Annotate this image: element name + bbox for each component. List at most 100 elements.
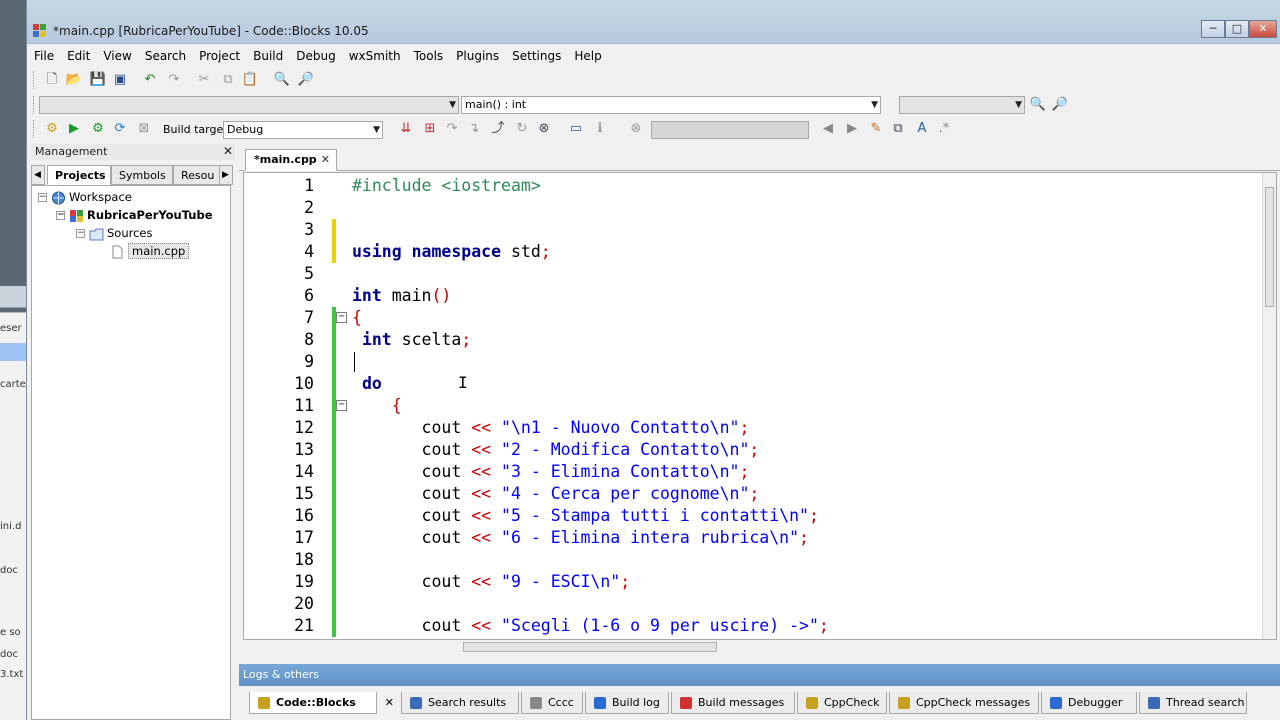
copy-icon[interactable]: ⧉ (219, 71, 237, 89)
toolbar-grip[interactable] (33, 120, 36, 138)
search-icon[interactable]: 🔍 (1029, 96, 1047, 114)
code-line[interactable]: 3 (244, 219, 1264, 241)
code-line[interactable]: 11 − { (244, 395, 1264, 417)
next-instruction-icon[interactable]: ↻ (513, 120, 531, 138)
code-line[interactable]: 16 cout << "5 - Stampa tutti i contatti\… (244, 505, 1264, 527)
toolbar-grip[interactable] (33, 96, 36, 114)
close-icon[interactable]: ✕ (223, 144, 233, 159)
code-line[interactable]: 9 (244, 351, 1264, 373)
log-tab-cppcheck-messages[interactable]: CppCheck messages (889, 692, 1039, 714)
step-into-icon[interactable]: ↴ (465, 120, 483, 138)
code-line[interactable]: 7 −{ (244, 307, 1264, 329)
build-target-select[interactable]: Debug ▼ (223, 121, 383, 139)
clear-search-icon[interactable]: ⊗ (627, 120, 645, 138)
fold-toggle-icon[interactable]: − (336, 312, 347, 323)
tab-main-cpp[interactable]: *main.cpp ✕ (245, 149, 337, 171)
highlight-icon[interactable]: ✎ (867, 120, 885, 138)
regex-icon[interactable]: .* (935, 120, 953, 138)
code-line[interactable]: 15 cout << "4 - Cerca per cognome\n"; (244, 483, 1264, 505)
new-file-icon[interactable]: 🗋 (43, 71, 61, 89)
menu-tools[interactable]: Tools (407, 47, 450, 63)
menu-wxsmith[interactable]: wxSmith (342, 47, 407, 63)
build-and-run-icon[interactable]: ⚙ (89, 120, 107, 138)
code-editor[interactable]: I 1 #include <iostream> 2 3 4 using namespace… (243, 172, 1277, 640)
log-tab-cccc[interactable]: Cccc (521, 692, 583, 714)
build-gear-icon[interactable]: ⚙ (43, 120, 61, 138)
menu-debug[interactable]: Debug (289, 47, 341, 63)
rebuild-icon[interactable]: ⟳ (111, 120, 129, 138)
next-line-icon[interactable]: ↷ (443, 120, 461, 138)
menu-build[interactable]: Build (246, 47, 289, 63)
close-tab-icon[interactable]: ✕ (321, 150, 330, 170)
match-case-icon[interactable]: A (913, 120, 931, 138)
log-tab-search-results[interactable]: Search results (401, 692, 519, 714)
run-to-cursor-icon[interactable]: ⊞ (421, 120, 439, 138)
toolbar-grip[interactable] (33, 71, 36, 89)
log-tab-code-blocks[interactable]: Code::Blocks ✕ (249, 692, 394, 714)
fold-toggle-icon[interactable]: − (336, 400, 347, 411)
incremental-search-input[interactable] (651, 121, 809, 139)
step-out-icon[interactable]: ⤴ (489, 120, 507, 138)
code-line[interactable]: 13 cout << "2 - Modifica Contatto\n"; (244, 439, 1264, 461)
tab-resources[interactable]: Resou (173, 165, 221, 185)
editor-horizontal-scrollbar[interactable] (243, 640, 1277, 654)
maximize-button[interactable]: □ (1225, 20, 1249, 38)
run-icon[interactable]: ▶ (65, 120, 83, 138)
menu-project[interactable]: Project (192, 47, 246, 63)
debug-windows-icon[interactable]: ▭ (567, 120, 585, 138)
log-tab-thread-search[interactable]: Thread search (1139, 692, 1247, 714)
code-line[interactable]: 1 #include <iostream> (244, 175, 1264, 197)
tab-symbols[interactable]: Symbols (111, 165, 173, 185)
menu-plugins[interactable]: Plugins (449, 47, 505, 63)
scrollbar-thumb[interactable] (463, 642, 717, 652)
code-line[interactable]: 19 cout << "9 - ESCI\n"; (244, 571, 1264, 593)
code-line[interactable]: 21 cout << "Scegli (1-6 o 9 per uscire) … (244, 615, 1264, 637)
debug-run-icon[interactable]: ⇊ (397, 120, 415, 138)
selected-text-icon[interactable]: ⧉ (889, 120, 907, 138)
menu-view[interactable]: View (96, 47, 137, 63)
paste-icon[interactable]: 📋 (241, 71, 259, 89)
stop-debugger-icon[interactable]: ⊗ (535, 120, 553, 138)
minimize-button[interactable]: ─ (1201, 20, 1225, 38)
replace-icon[interactable]: 🔎 (297, 71, 315, 89)
save-all-icon[interactable]: ▣ (111, 71, 129, 89)
code-line[interactable]: 20 (244, 593, 1264, 615)
log-tab-cppcheck[interactable]: CppCheck (797, 692, 887, 714)
menu-help[interactable]: Help (567, 47, 607, 63)
tree-workspace[interactable]: − Workspace (38, 188, 132, 206)
menu-search[interactable]: Search (138, 47, 192, 63)
title-bar[interactable]: *main.cpp [RubricaPerYouTube] - Code::Bl… (27, 0, 1280, 44)
save-icon[interactable]: 💾 (89, 71, 107, 89)
code-line[interactable]: 12 cout << "\n1 - Nuovo Contatto\n"; (244, 417, 1264, 439)
find-icon[interactable]: 🔍 (273, 71, 291, 89)
log-tab-debugger[interactable]: Debugger (1041, 692, 1137, 714)
debug-info-icon[interactable]: ℹ (591, 120, 609, 138)
search-combo[interactable]: ▼ (899, 96, 1025, 114)
tab-projects[interactable]: Projects (47, 165, 111, 185)
arrow-right-icon[interactable]: ▶ (843, 120, 861, 138)
code-line[interactable]: 6 int main() (244, 285, 1264, 307)
scope-select[interactable]: ▼ (39, 96, 459, 114)
collapse-icon[interactable]: − (56, 211, 65, 220)
menu-edit[interactable]: Edit (60, 47, 96, 63)
redo-icon[interactable]: ↷ (165, 71, 183, 89)
code-line[interactable]: 18 (244, 549, 1264, 571)
function-select[interactable]: main() : int ▼ (461, 96, 881, 114)
arrow-left-icon[interactable]: ◀ (819, 120, 837, 138)
tree-project[interactable]: − RubricaPerYouTube (56, 206, 213, 224)
close-log-tab-icon[interactable]: ✕ (385, 692, 394, 714)
code-line[interactable]: 2 (244, 197, 1264, 219)
code-line[interactable]: 10 do (244, 373, 1264, 395)
open-folder-icon[interactable]: 📂 (65, 71, 83, 89)
code-line[interactable]: 8 int scelta; (244, 329, 1264, 351)
menu-settings[interactable]: Settings (505, 47, 567, 63)
abort-icon[interactable]: ⊠ (135, 120, 153, 138)
log-tab-build-log[interactable]: Build log (585, 692, 669, 714)
code-line[interactable]: 5 (244, 263, 1264, 285)
tab-scroll-left-icon[interactable]: ◀ (31, 165, 45, 185)
editor-vertical-scrollbar[interactable] (1262, 173, 1276, 639)
code-line[interactable]: 17 cout << "6 - Elimina intera rubrica\n… (244, 527, 1264, 549)
log-tab-build-messages[interactable]: Build messages (671, 692, 795, 714)
undo-icon[interactable]: ↶ (141, 71, 159, 89)
code-line[interactable]: 14 cout << "3 - Elimina Contatto\n"; (244, 461, 1264, 483)
